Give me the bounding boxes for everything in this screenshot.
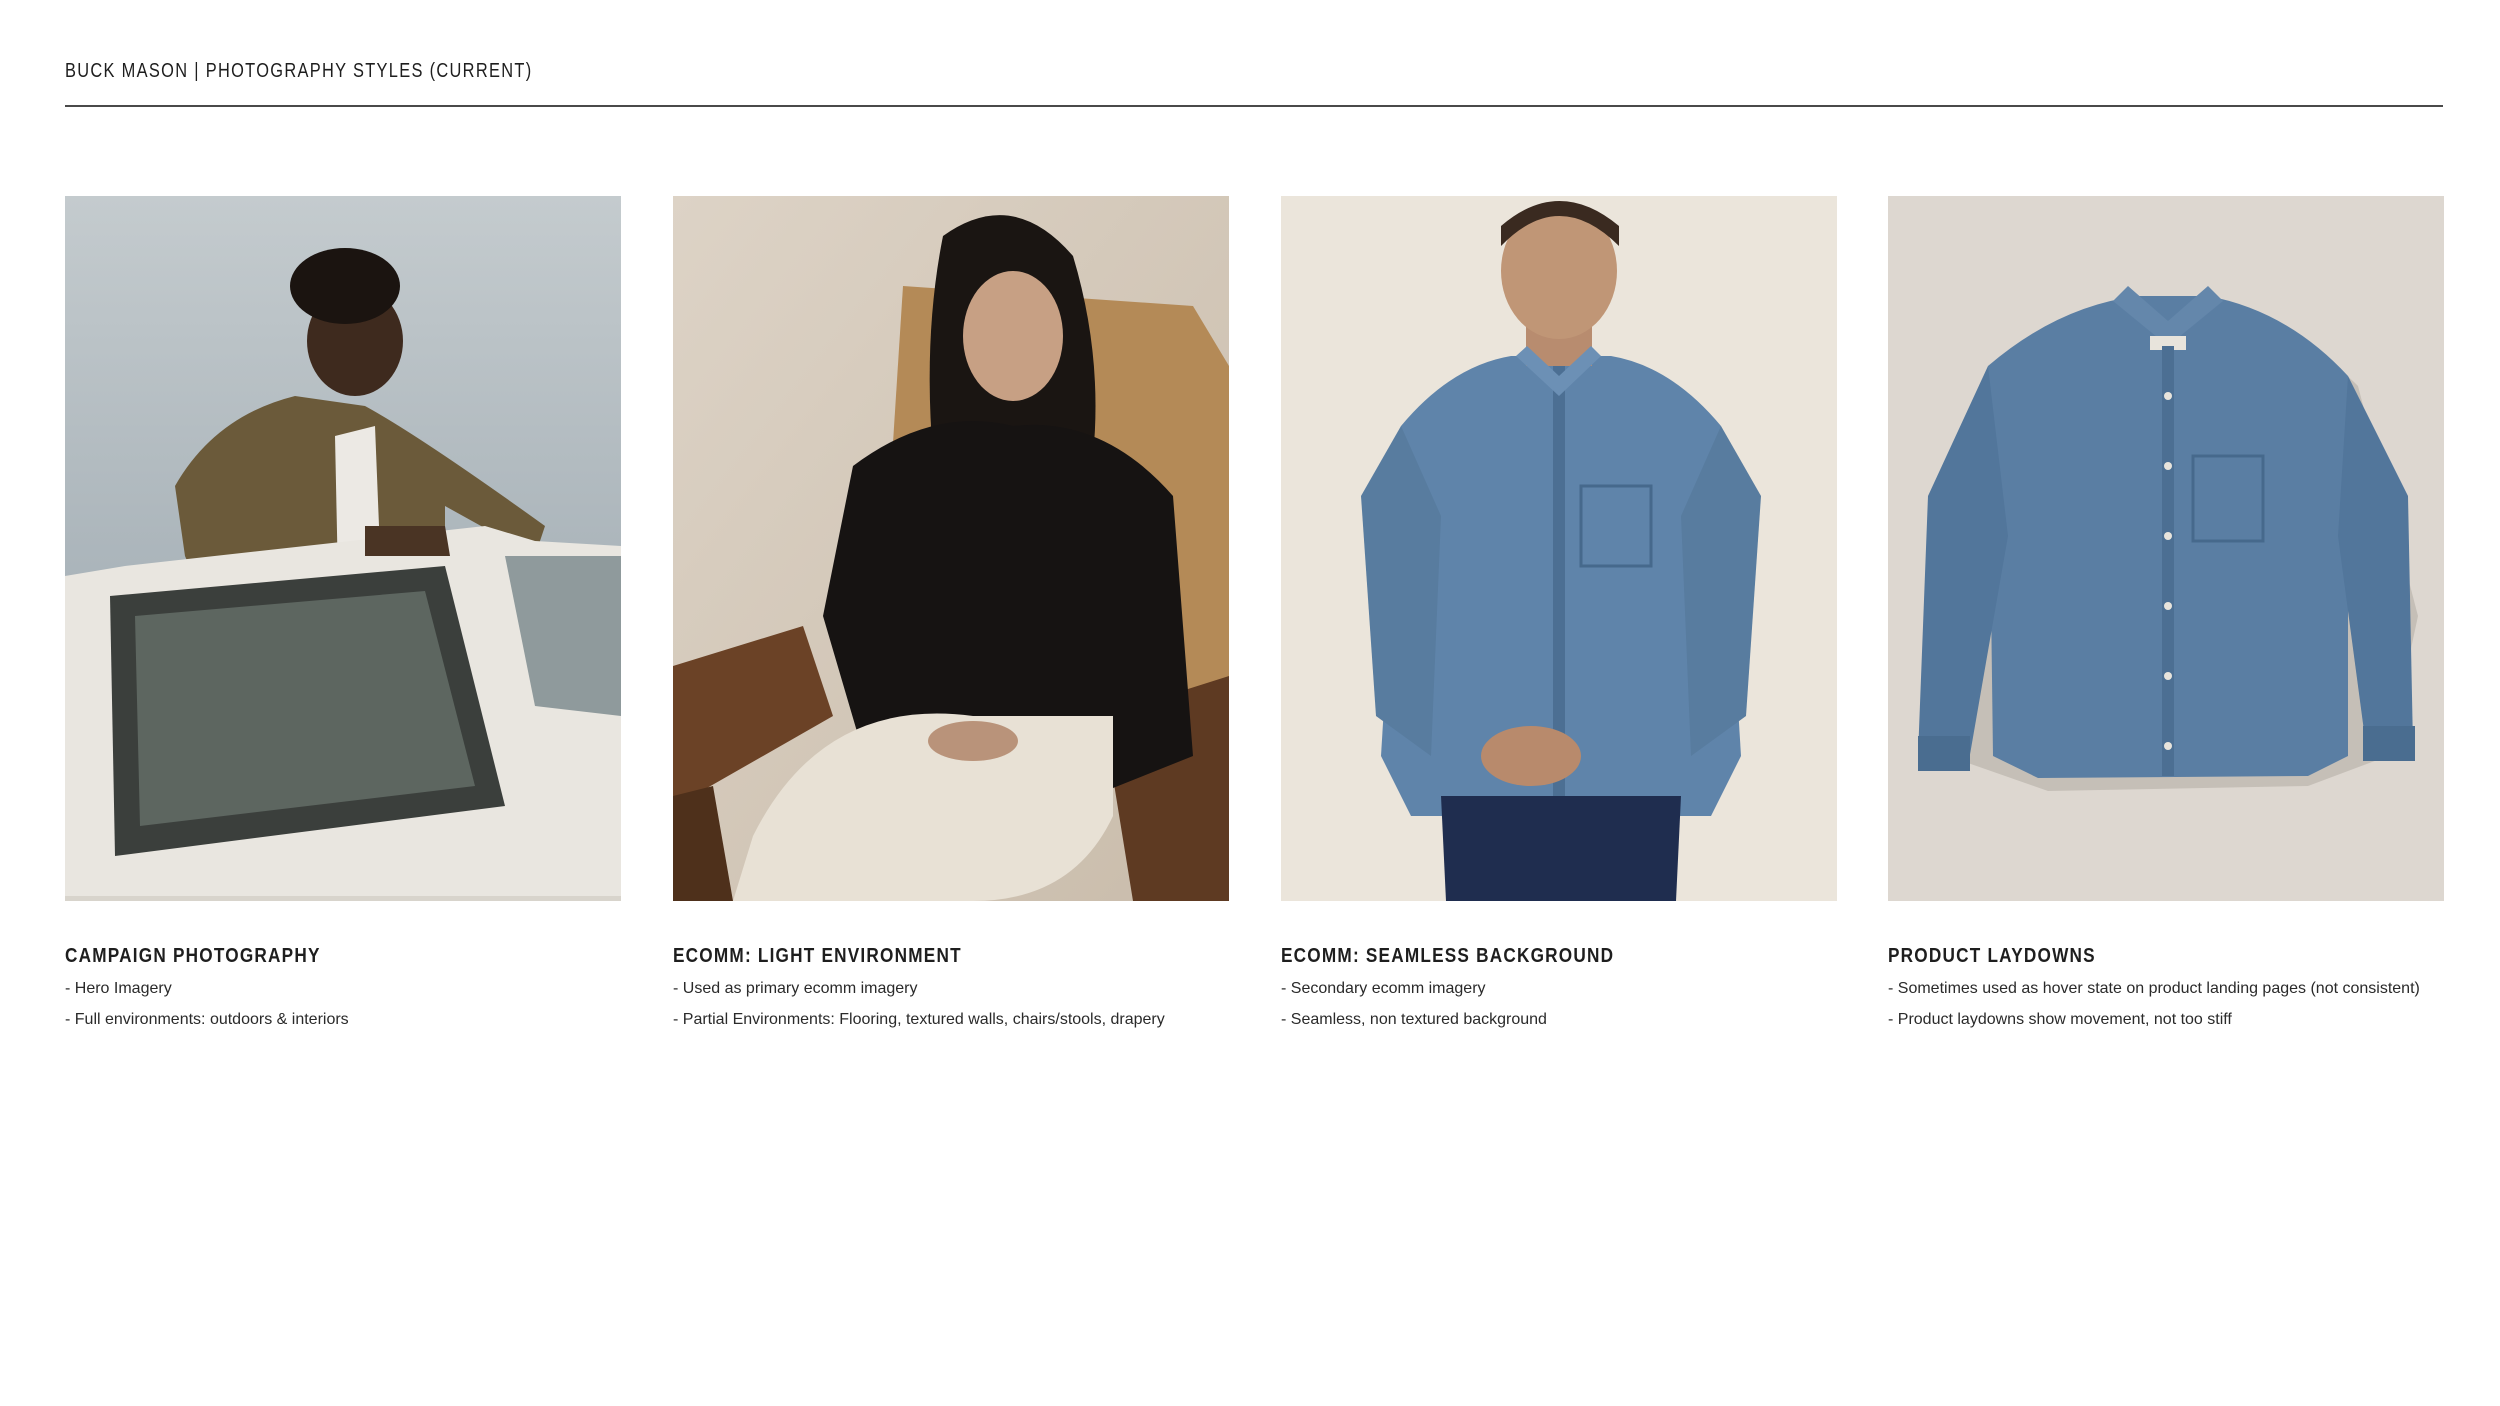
light-environment-note-1: - Used as primary ecomm imagery [673, 980, 918, 997]
product-laydowns-note-1: - Sometimes used as hover state on produ… [1888, 980, 2420, 997]
light-environment-photo [673, 196, 1229, 901]
style-panel-seamless-background: ECOMM: SEAMLESS BACKGROUND - Secondary e… [1281, 196, 1837, 1030]
page-title: BUCK MASON | PHOTOGRAPHY STYLES (CURRENT… [65, 60, 533, 82]
product-laydowns-title: PRODUCT LAYDOWNS [1888, 945, 2096, 967]
header-divider [65, 105, 2443, 107]
product-laydown-photo [1888, 196, 2444, 901]
style-panel-light-environment: ECOMM: LIGHT ENVIRONMENT - Used as prima… [673, 196, 1229, 1030]
seamless-background-note-2: - Seamless, non textured background [1281, 1011, 1547, 1028]
campaign-note-1: - Hero Imagery [65, 980, 172, 997]
style-panel-campaign: CAMPAIGN PHOTOGRAPHY - Hero Imagery - Fu… [65, 196, 621, 1030]
light-environment-title: ECOMM: LIGHT ENVIRONMENT [673, 945, 962, 967]
seamless-background-photo [1281, 196, 1837, 901]
product-laydowns-note-2: - Product laydowns show movement, not to… [1888, 1011, 2232, 1028]
seamless-background-title: ECOMM: SEAMLESS BACKGROUND [1281, 945, 1615, 967]
style-panel-product-laydowns: PRODUCT LAYDOWNS - Sometimes used as hov… [1888, 196, 2444, 1030]
campaign-title: CAMPAIGN PHOTOGRAPHY [65, 945, 321, 967]
light-environment-note-2: - Partial Environments: Flooring, textur… [673, 1011, 1165, 1028]
campaign-photo [65, 196, 621, 901]
seamless-background-note-1: - Secondary ecomm imagery [1281, 980, 1486, 997]
campaign-note-2: - Full environments: outdoors & interior… [65, 1011, 349, 1028]
